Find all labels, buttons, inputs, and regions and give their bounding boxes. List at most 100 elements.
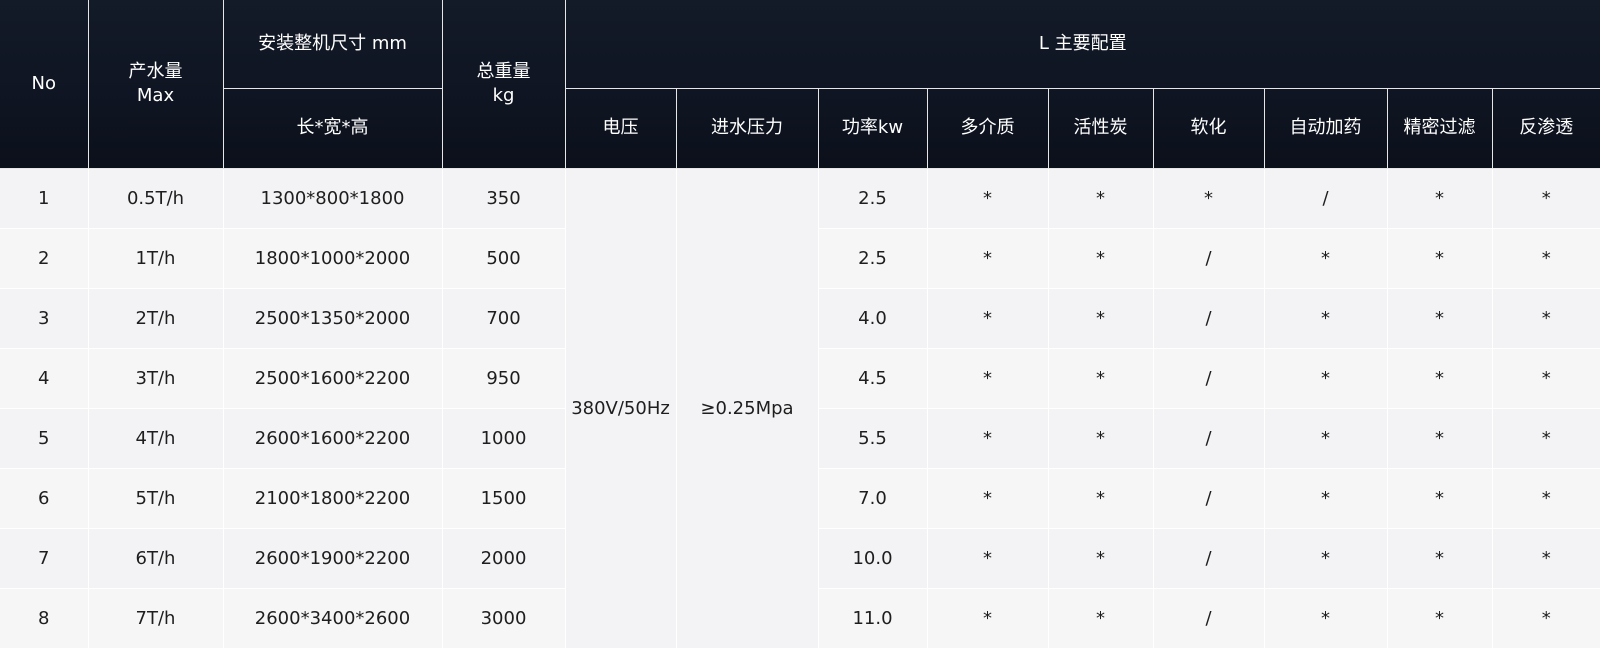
cell-multimedia: *: [926, 347, 1049, 409]
cell-carbon: *: [1047, 527, 1154, 589]
cell-softening: /: [1152, 407, 1265, 469]
cell-dosing: *: [1263, 407, 1388, 469]
cell-softening: /: [1152, 287, 1265, 349]
cell-power: 11.0: [817, 587, 928, 648]
cell-output: 3T/h: [87, 347, 224, 409]
cell-precision: *: [1386, 527, 1493, 589]
cell-precision: *: [1386, 407, 1493, 469]
cell-weight: 3000: [441, 587, 566, 648]
cell-power: 4.0: [817, 287, 928, 349]
cell-dosing: *: [1263, 527, 1388, 589]
spec-table: No 产水量 Max 安装整机尺寸 mm 总重量 kg L 主要配置 长*宽*高…: [0, 0, 1600, 648]
table-body: 1 0.5T/h 1300*800*1800 350 380V/50Hz ≥0.…: [0, 167, 1600, 648]
cell-no: 8: [0, 587, 89, 648]
cell-power: 2.5: [817, 227, 928, 289]
cell-pressure-merged: ≥0.25Mpa: [675, 167, 819, 648]
header-config-title: L 主要配置: [564, 0, 1600, 89]
cell-carbon: *: [1047, 167, 1154, 229]
cell-dims: 2500*1350*2000: [222, 287, 443, 349]
cell-ro: *: [1491, 467, 1600, 529]
table-row: 1 0.5T/h 1300*800*1800 350 380V/50Hz ≥0.…: [0, 167, 1600, 648]
cell-weight: 500: [441, 227, 566, 289]
cell-weight: 2000: [441, 527, 566, 589]
header-output-line1: 产水量: [128, 60, 183, 82]
cell-power: 7.0: [817, 467, 928, 529]
cell-no: 4: [0, 347, 89, 409]
cell-ro: *: [1491, 527, 1600, 589]
cell-multimedia: *: [926, 467, 1049, 529]
cell-multimedia: *: [926, 407, 1049, 469]
cell-dims: 2600*1900*2200: [222, 527, 443, 589]
cell-precision: *: [1386, 587, 1493, 648]
header-power: 功率kw: [817, 88, 928, 169]
cell-weight: 350: [441, 167, 566, 229]
cell-precision: *: [1386, 227, 1493, 289]
header-dimensions-title: 安装整机尺寸 mm: [222, 0, 443, 89]
cell-output: 4T/h: [87, 407, 224, 469]
cell-dims: 1800*1000*2000: [222, 227, 443, 289]
cell-ro: *: [1491, 227, 1600, 289]
cell-ro: *: [1491, 347, 1600, 409]
cell-carbon: *: [1047, 407, 1154, 469]
cell-output: 5T/h: [87, 467, 224, 529]
cell-output: 6T/h: [87, 527, 224, 589]
cell-carbon: *: [1047, 287, 1154, 349]
cell-precision: *: [1386, 167, 1493, 229]
header-precision: 精密过滤: [1386, 88, 1493, 169]
cell-dosing: *: [1263, 347, 1388, 409]
cell-multimedia: *: [926, 287, 1049, 349]
cell-precision: *: [1386, 467, 1493, 529]
cell-multimedia: *: [926, 527, 1049, 589]
cell-weight: 950: [441, 347, 566, 409]
cell-power: 2.5: [817, 167, 928, 229]
cell-weight: 700: [441, 287, 566, 349]
cell-no: 5: [0, 407, 89, 469]
cell-softening: /: [1152, 527, 1265, 589]
cell-dosing: *: [1263, 227, 1388, 289]
cell-output: 0.5T/h: [87, 167, 224, 229]
cell-carbon: *: [1047, 587, 1154, 648]
cell-softening: /: [1152, 467, 1265, 529]
cell-ro: *: [1491, 407, 1600, 469]
cell-dosing: *: [1263, 467, 1388, 529]
header-output: 产水量 Max: [87, 0, 224, 169]
cell-output: 7T/h: [87, 587, 224, 648]
cell-weight: 1000: [441, 407, 566, 469]
cell-dims: 2500*1600*2200: [222, 347, 443, 409]
cell-carbon: *: [1047, 347, 1154, 409]
cell-dims: 2600*3400*2600: [222, 587, 443, 648]
header-pressure: 进水压力: [675, 88, 819, 169]
cell-no: 6: [0, 467, 89, 529]
cell-output: 1T/h: [87, 227, 224, 289]
cell-precision: *: [1386, 287, 1493, 349]
header-dosing: 自动加药: [1263, 88, 1388, 169]
cell-softening: /: [1152, 587, 1265, 648]
cell-output: 2T/h: [87, 287, 224, 349]
cell-multimedia: *: [926, 227, 1049, 289]
header-voltage: 电压: [564, 88, 677, 169]
cell-dims: 1300*800*1800: [222, 167, 443, 229]
cell-softening: /: [1152, 227, 1265, 289]
cell-weight: 1500: [441, 467, 566, 529]
header-dimensions-sub: 长*宽*高: [222, 88, 443, 169]
header-weight-line2: kg: [492, 84, 515, 106]
header-output-line2: Max: [136, 84, 175, 106]
cell-no: 3: [0, 287, 89, 349]
cell-precision: *: [1386, 347, 1493, 409]
cell-power: 10.0: [817, 527, 928, 589]
cell-power: 5.5: [817, 407, 928, 469]
cell-no: 1: [0, 167, 89, 229]
cell-no: 7: [0, 527, 89, 589]
cell-dosing: *: [1263, 287, 1388, 349]
header-multimedia: 多介质: [926, 88, 1049, 169]
cell-voltage-merged: 380V/50Hz: [564, 167, 677, 648]
cell-dosing: *: [1263, 587, 1388, 648]
cell-ro: *: [1491, 587, 1600, 648]
cell-softening: *: [1152, 167, 1265, 229]
table-header: No 产水量 Max 安装整机尺寸 mm 总重量 kg L 主要配置 长*宽*高…: [0, 0, 1600, 169]
cell-no: 2: [0, 227, 89, 289]
header-carbon: 活性炭: [1047, 88, 1154, 169]
cell-softening: /: [1152, 347, 1265, 409]
cell-carbon: *: [1047, 227, 1154, 289]
header-weight-line1: 总重量: [476, 60, 531, 82]
